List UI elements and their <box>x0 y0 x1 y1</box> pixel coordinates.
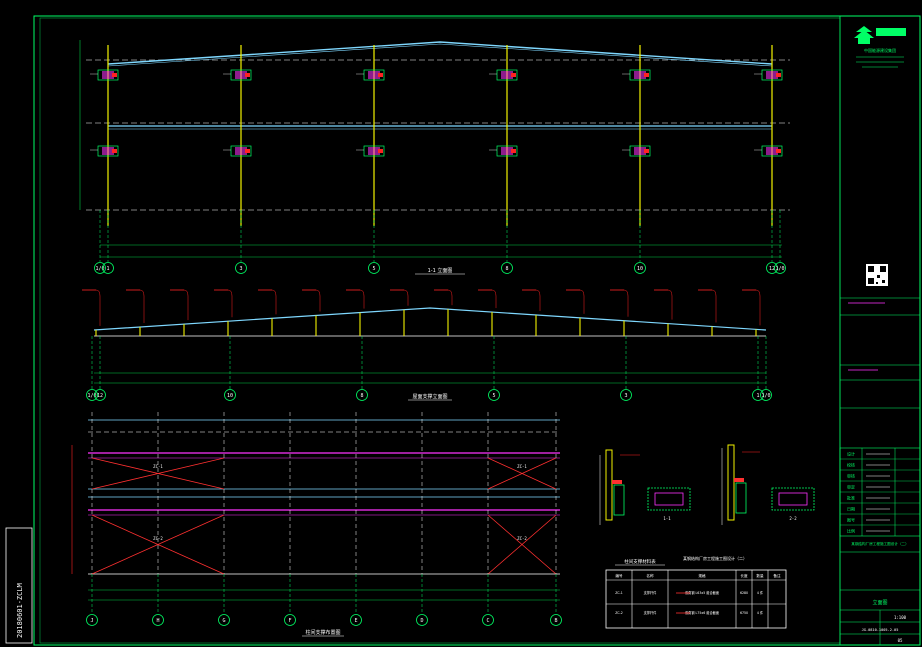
brace-label: ZC-2 <box>153 536 163 541</box>
brace-zc2-right <box>487 514 557 575</box>
table-header-cell: 长度 <box>740 573 748 578</box>
section-detail-2: 2-2 <box>721 444 815 525</box>
project-name: 某钢结构厂房工程施工图设计（二） <box>851 541 909 546</box>
inner-border <box>39 17 841 644</box>
brace-zc1-right <box>487 457 557 490</box>
axis-label: 5 <box>492 393 495 399</box>
axis-label: 5 <box>372 266 375 272</box>
brace-label: ZC-2 <box>517 536 527 541</box>
title-block-row-label: 审核 <box>847 473 855 479</box>
title-block-row-label: 批准 <box>847 495 855 501</box>
sheet-number: 05 <box>898 638 903 643</box>
axis-label: 8 <box>360 393 363 399</box>
elevation-1-title: 1-1 立面图 <box>428 267 453 274</box>
axis-label: 12 <box>97 393 103 399</box>
axis-label: H <box>156 618 159 624</box>
axis-label: J <box>90 618 93 624</box>
qr-code <box>866 264 888 286</box>
table-header-cell: 数量 <box>756 573 764 578</box>
axis-label: F <box>288 618 291 624</box>
elevation-2: 1/0 12 10 8 5 3 1 1/0 屋面支撑立面图 <box>82 289 772 401</box>
table-cell: ZC-2 <box>615 611 623 615</box>
table-cell: 4 件 <box>757 590 764 595</box>
table-cell: 6750 <box>740 611 748 615</box>
company-name: 中国能源建设集团 <box>864 47 896 53</box>
drawing-name: 立面图 <box>872 599 887 606</box>
table-cell: 支撑杆件 <box>644 590 658 595</box>
axis-label: E <box>354 618 357 624</box>
drawing-border <box>33 15 921 646</box>
title-block-row-label: 图号 <box>847 517 855 523</box>
axis-label: 1 <box>106 266 109 272</box>
left-stamp-text: 20180601-ZCLM <box>16 583 24 638</box>
table-cell: 6280 <box>740 591 748 595</box>
left-stamp-strip: 20180601-ZCLM <box>5 527 33 644</box>
axis-label: 1/0 <box>775 266 784 272</box>
project-name-side: 某钢结构厂房工程施工图设计（二） <box>683 555 747 561</box>
section-details: 1-1 2-2 <box>599 444 815 525</box>
company-logo <box>854 26 906 44</box>
title-block-row-label: 设计 <box>847 451 855 457</box>
roof-brace-line <box>93 307 767 331</box>
table-header-cell: 名称 <box>646 573 654 578</box>
axis-label: 8 <box>505 266 508 272</box>
table-header-cell: 规格 <box>698 573 706 578</box>
material-table-title: 柱间支撑材料表 <box>624 558 656 565</box>
roof-rafter <box>107 41 773 65</box>
axis-label: 12 <box>769 266 775 272</box>
drawing-number: JG-0810-1005-2-05 <box>862 628 899 632</box>
brace-zc2-left <box>91 514 225 575</box>
material-table: 柱间支撑材料表 编号 名称 规格 长度 数量 备注 ZC-1 支撑杆件 双角钢 L63x5 组合… <box>605 558 787 629</box>
table-cell: 4 件 <box>757 610 764 615</box>
plan-title: 柱间支撑布置图 <box>305 629 340 636</box>
axis-label: 1/0 <box>761 393 770 399</box>
axis-label: 10 <box>227 393 233 399</box>
elevation-1: 1/0 1 3 5 8 10 12 1/0 1-1 立面图 <box>79 40 790 275</box>
axis-label: 10 <box>637 266 643 272</box>
bracing-plan: ZC-1 ZC-1 ZC-2 ZC-2 J H G F E D C B 柱间支撑布置图 <box>71 412 562 637</box>
title-block-row-label: 审定 <box>847 484 855 490</box>
table-cell: ZC-1 <box>615 591 623 595</box>
table-cell: 支撑杆件 <box>644 610 658 615</box>
title-block-row-label: 比例 <box>847 528 855 534</box>
axis-label: D <box>420 618 423 624</box>
title-block-row-label: 校核 <box>847 462 855 468</box>
brace-label: ZC-1 <box>517 464 527 469</box>
section-label: 1-1 <box>663 516 671 521</box>
title-block-row-label: 日期 <box>847 506 855 512</box>
table-header-cell: 备注 <box>773 573 781 578</box>
section-detail-1: 1-1 <box>599 449 691 525</box>
axis-label: 3 <box>239 266 242 272</box>
axis-label: G <box>222 618 225 624</box>
axis-label: 1 <box>756 393 759 399</box>
section-label: 2-2 <box>789 516 797 521</box>
table-cell: 双角钢 L63x5 组合截面 <box>685 590 719 595</box>
table-cell: 双角钢 L75x6 组合截面 <box>685 610 719 615</box>
elevation-2-title: 屋面支撑立面图 <box>412 393 447 400</box>
title-block: 中国能源建设集团 设计校核审核审定批准日期图号比例 某钢结构厂房工程施工图设计（… <box>683 16 921 645</box>
axis-label: 3 <box>624 393 627 399</box>
brace-label: ZC-1 <box>153 464 163 469</box>
cad-drawing-canvas[interactable]: 20180601-ZCLM 1/0 1 3 5 8 10 12 1/0 1-1 立面图 1/0… <box>0 0 922 647</box>
axis-label: B <box>554 618 557 624</box>
table-header-cell: 编号 <box>615 573 623 578</box>
drawing-scale: 1:100 <box>894 615 907 620</box>
axis-label: C <box>486 618 489 624</box>
